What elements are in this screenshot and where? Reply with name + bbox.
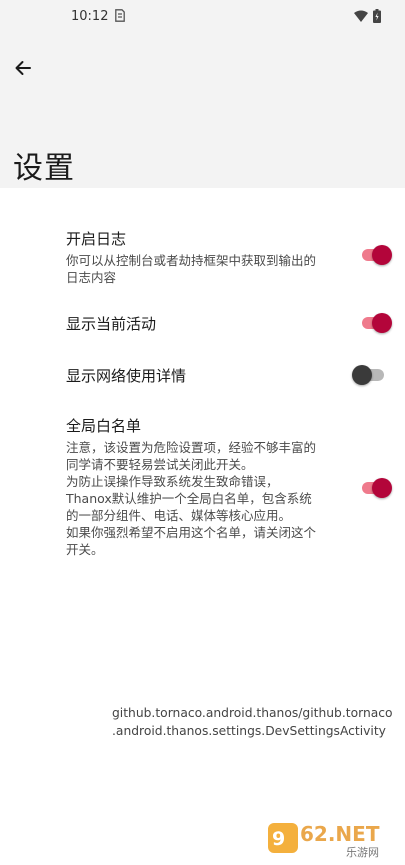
pref-title: 显示当前活动 [66,315,157,333]
enable-log-switch[interactable] [362,245,392,265]
pref-title: 显示网络使用详情 [66,367,187,385]
svg-text:62.NET: 62.NET [300,822,380,846]
pref-show-current-activity[interactable]: 显示当前活动 [66,314,336,334]
sim-icon [115,9,125,22]
switch-thumb [352,365,372,385]
activity-name-label: github.tornaco.android.thanos/github.tor… [112,706,393,738]
watermark-logo: 9 62.NET 乐游网 [266,817,402,859]
svg-text:9: 9 [272,828,285,850]
switch-thumb [372,478,392,498]
app-bar: 设置 [0,38,405,188]
pref-summary: 你可以从控制台或者劫持框架中获取到输出的 日志内容 [66,253,317,285]
page-title: 设置 [13,151,75,186]
pref-show-network-usage[interactable]: 显示网络使用详情 [66,366,336,386]
pref-summary: 注意，该设置为危险设置项，经验不够丰富的 同学请不要轻易尝试关闭此开关。 为防止… [66,440,317,557]
pref-enable-log[interactable]: 开启日志 你可以从控制台或者劫持框架中获取到输出的 日志内容 [66,229,336,286]
switch-thumb [372,245,392,265]
pref-global-whitelist[interactable]: 全局白名单 注意，该设置为危险设置项，经验不够丰富的 同学请不要轻易尝试关闭此开… [66,416,341,558]
pref-title: 开启日志 [66,230,127,248]
arrow-back-icon [15,61,31,75]
status-time: 10:12 [71,9,109,24]
svg-text:乐游网: 乐游网 [346,846,379,859]
show-network-usage-switch[interactable] [352,365,384,385]
switch-thumb [372,313,392,333]
wifi-icon [354,10,368,22]
back-button[interactable] [9,54,37,82]
battery-icon [373,9,381,23]
show-current-activity-switch[interactable] [362,313,392,333]
pref-title: 全局白名单 [66,417,142,435]
status-bar: 10:12 [0,0,405,38]
global-whitelist-switch[interactable] [362,478,392,498]
